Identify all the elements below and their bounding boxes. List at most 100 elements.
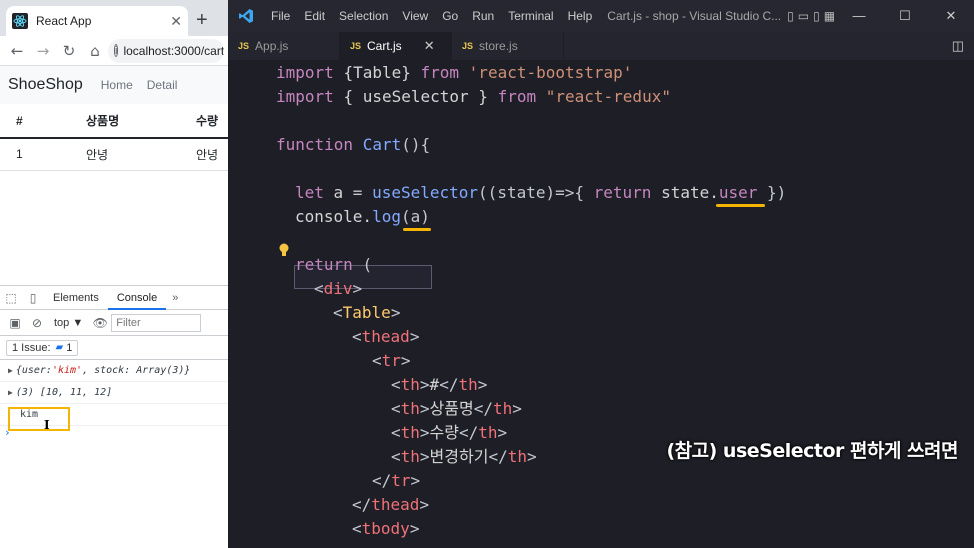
filter-input[interactable]: Filter [111, 313, 202, 332]
console-text: , stock: Array(3)} [82, 365, 191, 376]
code-token: import [276, 63, 344, 82]
vscode-titlebar: File Edit Selection View Go Run Terminal… [228, 0, 974, 32]
code-token: < [391, 423, 401, 442]
code-line: <thead> [352, 325, 419, 349]
menu-help[interactable]: Help [561, 9, 600, 23]
eye-icon[interactable]: 👁 [89, 316, 111, 330]
code-line: <th>상품명</th> [391, 397, 522, 421]
tab-label: store.js [479, 39, 518, 53]
code-token: < [391, 447, 401, 466]
back-arrow-icon[interactable]: ← [4, 42, 30, 60]
user-underline [716, 204, 765, 207]
console-line-array[interactable]: ▶ (3) [10, 11, 12] [0, 382, 228, 404]
code-line: </tr> [372, 469, 420, 493]
expand-triangle-icon[interactable]: ▶ [8, 388, 13, 397]
tab-cart-js[interactable]: JS Cart.js ✕ [340, 32, 452, 60]
code-token: < [333, 303, 343, 322]
code-editor[interactable]: import {Table} from 'react-bootstrap' im… [228, 60, 974, 548]
code-token: return [295, 255, 363, 274]
site-info-icon[interactable]: i [114, 44, 119, 57]
code-token: < [314, 279, 324, 298]
code-token: 변경하기 [429, 447, 489, 466]
code-token: = [343, 183, 373, 202]
menu-view[interactable]: View [395, 9, 435, 23]
vscode-window: File Edit Selection View Go Run Terminal… [228, 0, 974, 548]
menu-file[interactable]: File [264, 9, 297, 23]
maximize-icon[interactable]: ☐ [882, 0, 928, 32]
forward-arrow-icon[interactable]: → [30, 42, 56, 60]
issues-button[interactable]: 1 Issue: ▰ 1 [6, 339, 79, 356]
home-icon[interactable]: ⌂ [82, 42, 108, 60]
navbar-brand[interactable]: ShoeShop [8, 76, 83, 94]
js-file-icon: JS [350, 41, 362, 51]
console-text: {user: [15, 365, 52, 376]
close-window-icon[interactable]: ✕ [928, 0, 974, 32]
toggle-sidebar-icon[interactable]: ▯ [787, 9, 794, 23]
code-token: > [410, 471, 421, 490]
code-token: div [323, 279, 353, 298]
console-line-object[interactable]: ▶ {user: 'kim', stock: Array(3)} [0, 360, 228, 382]
code-token: < [372, 351, 382, 370]
code-token: > [477, 375, 488, 394]
code-token: from [487, 87, 546, 106]
menu-run[interactable]: Run [465, 9, 501, 23]
context-selector[interactable]: top ▼ [54, 317, 83, 329]
code-token: > [497, 423, 508, 442]
device-toolbar-icon[interactable]: ▯ [22, 291, 44, 305]
code-token: </ [439, 375, 459, 394]
menu-terminal[interactable]: Terminal [501, 9, 560, 23]
window-title: Cart.js - shop - Visual Studio C... [607, 9, 782, 23]
code-token: > [409, 327, 420, 346]
clear-console-icon[interactable]: ⊘ [26, 316, 48, 330]
code-token: console. [295, 207, 373, 226]
js-file-icon: JS [462, 41, 474, 51]
layout-controls: ▯ ▭ ▯ ▦ [787, 9, 835, 23]
console-toolbar: ▣ ⊘ top ▼ 👁 Filter [0, 310, 228, 336]
menu-go[interactable]: Go [435, 9, 465, 23]
code-line: <th>수량</th> [391, 421, 507, 445]
code-token: function [276, 135, 363, 154]
browser-tab-react-app[interactable]: React App ✕ [6, 6, 188, 36]
code-token: a [333, 183, 344, 202]
code-line: </thead> [352, 493, 429, 517]
reload-icon[interactable]: ↻ [56, 42, 82, 60]
code-token: </ [473, 399, 493, 418]
code-line: console.log(a) [295, 205, 430, 229]
table-cell: 안녕 [196, 138, 228, 171]
nav-link-home[interactable]: Home [101, 78, 133, 92]
code-token: tr [391, 471, 411, 490]
nav-link-detail[interactable]: Detail [147, 78, 178, 92]
new-tab-button[interactable]: + [196, 8, 208, 32]
lightbulb-icon[interactable] [278, 241, 290, 261]
menu-edit[interactable]: Edit [297, 9, 332, 23]
console-string: 'kim' [51, 365, 83, 376]
customize-layout-icon[interactable]: ▦ [824, 9, 835, 23]
inspect-element-icon[interactable]: ⬚ [0, 291, 22, 305]
toggle-secondary-sidebar-icon[interactable]: ▯ [813, 9, 820, 23]
split-editor-icon[interactable]: ◫ [952, 32, 964, 60]
tab-app-js[interactable]: JS App.js [228, 32, 340, 60]
video-caption: (참고) useSelector 편하게 쓰려면 [666, 440, 958, 462]
tab-store-js[interactable]: JS store.js [452, 32, 564, 60]
table-header-row: # 상품명 수량 [0, 104, 228, 139]
close-tab-icon[interactable]: ✕ [424, 38, 435, 54]
code-token: (){ [401, 135, 431, 154]
tab-console[interactable]: Console [107, 286, 167, 310]
column-header-product: 상품명 [86, 104, 196, 139]
code-token: thead [361, 327, 410, 346]
expand-triangle-icon[interactable]: ▶ [8, 366, 13, 375]
tab-elements[interactable]: Elements [44, 286, 108, 310]
code-token: { useSelector } [343, 87, 488, 106]
table-row: 1 안녕 안녕 [0, 138, 228, 171]
menu-selection[interactable]: Selection [332, 9, 395, 23]
code-token: th [400, 423, 420, 442]
sidebar-toggle-icon[interactable]: ▣ [4, 316, 26, 330]
minimize-icon[interactable]: — [836, 0, 882, 32]
address-bar: ← → ↻ ⌂ i localhost:3000/cart [0, 36, 228, 66]
url-input[interactable]: i localhost:3000/cart [108, 38, 224, 63]
code-token: }) [757, 183, 787, 202]
more-tabs-icon[interactable]: » [166, 292, 184, 304]
toggle-panel-icon[interactable]: ▭ [798, 9, 809, 23]
close-tab-icon[interactable]: ✕ [170, 13, 182, 30]
code-line: <th>변경하기</th> [391, 445, 537, 469]
